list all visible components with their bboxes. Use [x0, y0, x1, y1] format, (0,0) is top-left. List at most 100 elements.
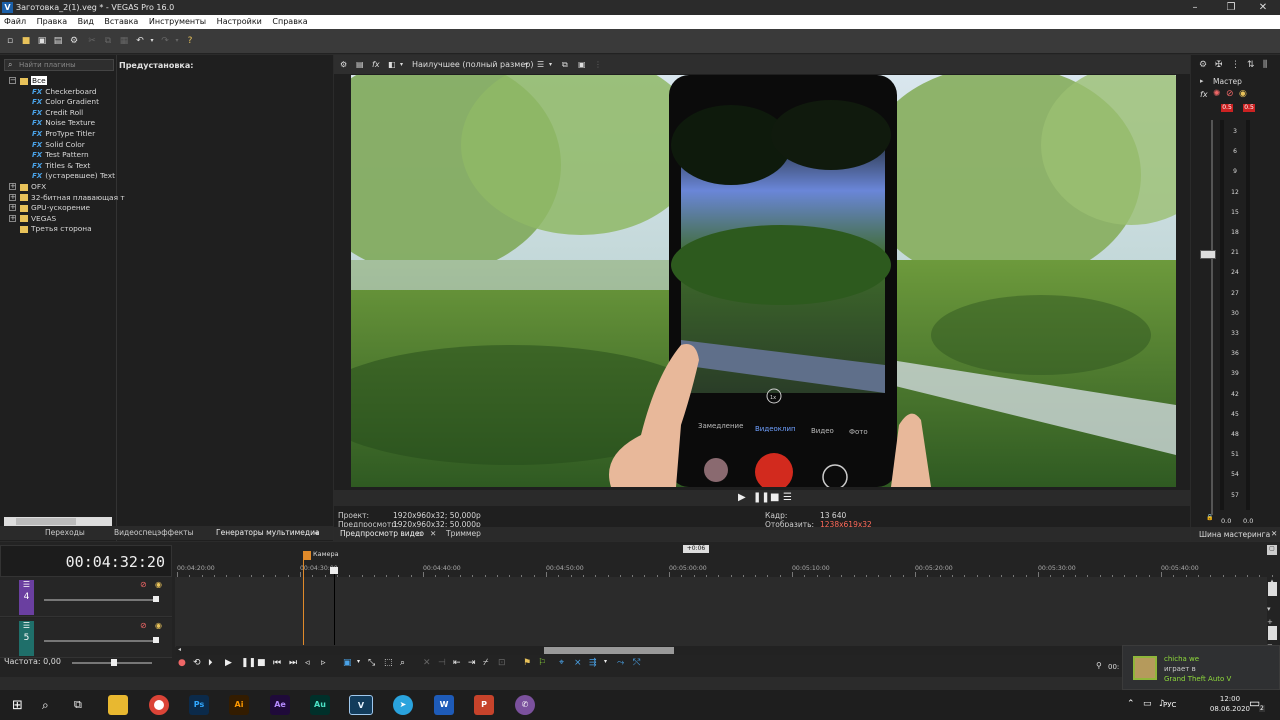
- trim-icon[interactable]: ⊣: [438, 658, 446, 668]
- tree-expand-icon[interactable]: +: [9, 193, 16, 201]
- tree-expand-icon[interactable]: +: [9, 204, 16, 212]
- new-project-icon[interactable]: ▫: [5, 36, 15, 46]
- timeline-ruler[interactable]: 00:04:20:00 00:04:30:00 00:04:40:00 00:04:5…: [175, 565, 1273, 577]
- taskbar-app-ae-icon[interactable]: Ae: [270, 695, 290, 715]
- taskbar-app-v-icon[interactable]: V: [349, 695, 373, 715]
- search-taskbar-icon[interactable]: ⌕: [42, 698, 49, 713]
- taskbar-app-p-icon[interactable]: P: [474, 695, 494, 715]
- panel-divider[interactable]: [116, 55, 117, 541]
- overlays-icon[interactable]: ☰: [537, 55, 544, 74]
- redo-icon[interactable]: ↷: [160, 36, 170, 46]
- menu-insert[interactable]: Вставка: [104, 15, 138, 29]
- open-icon[interactable]: ■: [21, 36, 31, 46]
- plugin-tree-item[interactable]: FX Color Gradient: [32, 96, 99, 107]
- preview-quality-select[interactable]: Наилучшее (полный размер): [412, 55, 533, 74]
- timeline-tracks-area[interactable]: [175, 577, 1267, 647]
- lock-envelopes-icon[interactable]: ⤳: [617, 658, 624, 668]
- track-header-4[interactable]: ☰ 4 ⊘ ◉: [0, 577, 172, 617]
- vertical-scrollbar-thumb[interactable]: [1268, 582, 1277, 596]
- tab-video-fx[interactable]: Видеоспецэффекты: [114, 526, 194, 540]
- external-monitor-icon[interactable]: ▤: [356, 55, 364, 74]
- snapping-icon[interactable]: ⌖: [559, 658, 564, 668]
- telegram-icon[interactable]: ➤: [393, 695, 413, 715]
- track-number-5[interactable]: ☰ 5: [19, 621, 34, 656]
- track-mute-icon[interactable]: ⊘: [140, 621, 147, 630]
- maximize-button[interactable]: ❐: [1214, 0, 1248, 15]
- play-from-start-icon[interactable]: ⏵: [208, 658, 213, 668]
- plugin-tree-item[interactable]: − Все: [9, 75, 47, 86]
- plugin-tree-item[interactable]: FX (устаревшее) Text: [32, 170, 115, 181]
- more-icon[interactable]: ⋮: [594, 55, 602, 74]
- task-view-icon[interactable]: ⧉: [74, 698, 82, 712]
- overlays-dropdown-icon[interactable]: ▾: [549, 55, 552, 74]
- tree-expand-icon[interactable]: −: [9, 77, 16, 84]
- paste-icon[interactable]: ▦: [119, 36, 129, 46]
- fx-icon[interactable]: fx: [372, 55, 380, 74]
- insert-region-icon[interactable]: ⚐: [538, 658, 546, 668]
- master-fx-chain-icon[interactable]: ✺: [1213, 89, 1221, 99]
- taskbar-app-ps-icon[interactable]: Ps: [189, 695, 209, 715]
- normal-edit-tool-icon[interactable]: ▣: [343, 658, 352, 668]
- master-tab-close-icon[interactable]: ✕: [1271, 529, 1277, 538]
- downmix-icon[interactable]: ⇅: [1247, 60, 1255, 70]
- vertical-scroll-down-icon[interactable]: ▾: [1267, 605, 1271, 613]
- master-expand-icon[interactable]: ▸: [1200, 77, 1204, 85]
- track-menu-icon[interactable]: ☰: [19, 621, 34, 631]
- plugin-tree-item[interactable]: FX Credit Roll: [32, 107, 83, 118]
- chrome-icon[interactable]: [149, 695, 169, 715]
- zoom-in-icon[interactable]: +: [1267, 618, 1273, 626]
- master-more-icon[interactable]: ⋮: [1231, 60, 1240, 70]
- play-icon[interactable]: ▶: [738, 492, 746, 503]
- windows-start-icon[interactable]: ⊞: [12, 698, 23, 713]
- viber-icon[interactable]: ✆: [515, 695, 535, 715]
- menu-edit[interactable]: Правка: [37, 15, 67, 29]
- menu-help[interactable]: Справка: [272, 15, 307, 29]
- minimize-button[interactable]: –: [1178, 0, 1212, 15]
- next-frame-icon[interactable]: ▹: [321, 658, 326, 668]
- go-end-icon[interactable]: ⏭: [289, 658, 297, 668]
- zoom-slider[interactable]: [1268, 626, 1277, 640]
- save-icon[interactable]: ▣: [37, 36, 47, 46]
- quality-dropdown-icon[interactable]: ▾: [525, 55, 528, 74]
- tab-trimmer[interactable]: Триммер: [446, 527, 481, 541]
- plugin-tree-item[interactable]: FX Noise Texture: [32, 117, 95, 128]
- hscroll-thumb[interactable]: [544, 647, 674, 654]
- timeline-expand-icon[interactable]: ▢: [1267, 545, 1277, 555]
- ignore-grouping-icon[interactable]: ⤲: [633, 658, 640, 668]
- playhead-line[interactable]: [334, 567, 335, 645]
- loop-region-label[interactable]: +0:06: [683, 545, 709, 553]
- rate-knob[interactable]: [111, 659, 117, 666]
- split-screen-icon[interactable]: ◧: [388, 55, 396, 74]
- timeline-play-icon[interactable]: ▶: [225, 658, 232, 668]
- zoom-tool-icon[interactable]: ⌕: [400, 658, 405, 668]
- loop-icon[interactable]: ⟲: [193, 658, 201, 668]
- tab-scroll-left-icon[interactable]: ◂: [314, 526, 318, 540]
- menu-file[interactable]: Файл: [4, 15, 26, 29]
- timeline-horizontal-scrollbar[interactable]: ◂: [176, 646, 1266, 655]
- tab-video-preview[interactable]: Предпросмотр видео: [340, 527, 424, 541]
- cut-icon[interactable]: ✂: [87, 36, 97, 46]
- tab-close-icon[interactable]: ✕: [430, 527, 436, 541]
- tab-media-generators[interactable]: Генераторы мультимедиа: [216, 526, 320, 540]
- trim-end-icon[interactable]: ⇥: [468, 658, 476, 668]
- taskbar-app-ai-icon[interactable]: Ai: [229, 695, 249, 715]
- master-fader-knob[interactable]: [1200, 250, 1216, 259]
- language-indicator[interactable]: РУС: [1163, 701, 1176, 709]
- tab-master-bus[interactable]: Шина мастеринга: [1199, 530, 1270, 539]
- record-icon[interactable]: ●: [178, 658, 186, 668]
- ripple-dropdown-icon[interactable]: ▾: [604, 658, 607, 665]
- timeline-pause-icon[interactable]: ❚❚: [241, 658, 256, 668]
- whats-this-icon[interactable]: ?: [185, 36, 195, 46]
- master-settings-icon[interactable]: ⚙: [1199, 60, 1207, 70]
- plugin-horizontal-scrollbar[interactable]: [4, 517, 112, 526]
- undo-icon[interactable]: ↶: [135, 36, 145, 46]
- plugin-tree-item[interactable]: FX Checkerboard: [32, 86, 97, 97]
- insert-marker-icon[interactable]: ⚑: [523, 658, 531, 668]
- track-level-knob[interactable]: [153, 637, 159, 643]
- track-level-knob[interactable]: [153, 596, 159, 602]
- stop-icon[interactable]: ■: [770, 492, 779, 503]
- playhead-handle[interactable]: [330, 567, 338, 574]
- master-lock-icon[interactable]: 🔒: [1206, 514, 1213, 521]
- plugin-tree-item[interactable]: Третья сторона: [20, 223, 92, 234]
- copy-icon[interactable]: ⧉: [103, 36, 113, 46]
